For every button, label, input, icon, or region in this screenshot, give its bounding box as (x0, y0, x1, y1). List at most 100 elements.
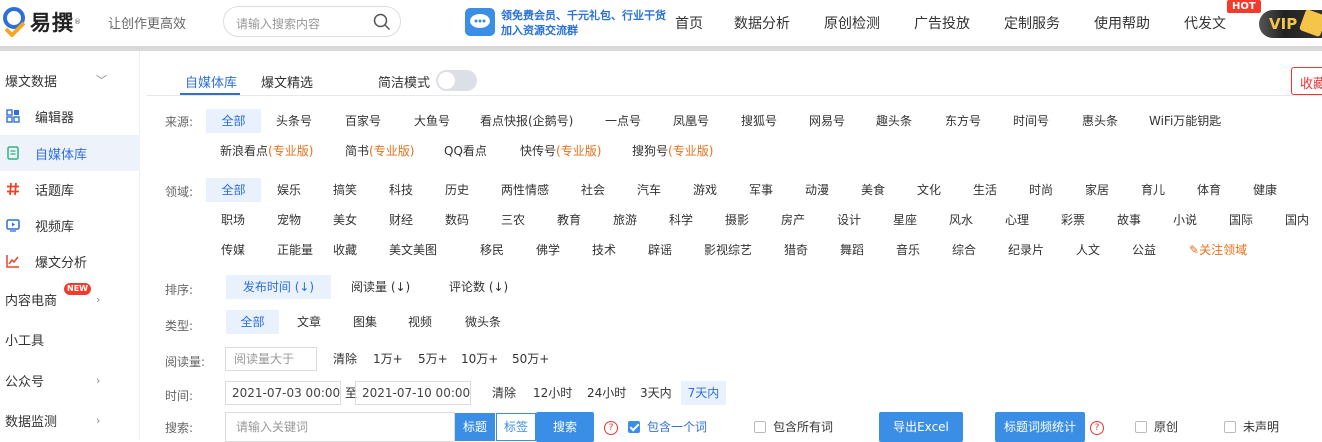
title-frequency-button[interactable]: 标题词频统计 (995, 412, 1085, 442)
source-chip[interactable]: 简书(专业版) (345, 139, 414, 163)
time-clear[interactable]: 清除 (492, 381, 516, 405)
field-chip[interactable]: 摄影 (725, 208, 749, 232)
field-chip[interactable]: 收藏 (333, 238, 357, 262)
promo-banner[interactable]: 领免费会员、千元礼包、行业干货 加入资源交流群 (465, 6, 675, 38)
sidebar-item-videos[interactable]: 视频库 (0, 207, 140, 243)
logo[interactable]: 易撰 ® (2, 6, 81, 38)
time-3d[interactable]: 3天内 (640, 381, 672, 405)
field-chip[interactable]: 全部 (206, 178, 261, 202)
field-chip[interactable]: 人文 (1076, 238, 1100, 262)
nav-publish[interactable]: 代发文 (1184, 13, 1226, 33)
field-chip[interactable]: 三农 (501, 208, 525, 232)
sidebar-item-topics[interactable]: 话题库 (0, 171, 140, 207)
source-chip[interactable]: 一点号 (605, 109, 641, 133)
source-chip[interactable]: 头条号 (276, 109, 312, 133)
reads-clear[interactable]: 清除 (333, 347, 357, 371)
source-chip[interactable]: 搜狐号 (741, 109, 777, 133)
field-chip[interactable]: 美女 (333, 208, 357, 232)
field-chip[interactable]: 正能量 (277, 238, 313, 262)
sidebar-item-ecommerce[interactable]: 内容电商 NEW › (0, 281, 140, 317)
field-chip[interactable]: 职场 (221, 208, 245, 232)
search-button[interactable]: 搜索 (536, 412, 594, 442)
field-chip[interactable]: 音乐 (896, 238, 920, 262)
source-chip[interactable]: 看点快报(企鹅号) (480, 109, 573, 133)
contains-one-label[interactable]: 包含一个词 (647, 415, 707, 439)
field-chip[interactable]: 国际 (1229, 208, 1253, 232)
field-chip[interactable]: 美食 (861, 178, 885, 202)
field-chip[interactable]: 影视综艺 (704, 238, 752, 262)
source-chip[interactable]: QQ看点 (444, 139, 487, 163)
collect-button[interactable]: 收藏 (1291, 67, 1322, 95)
source-chip[interactable]: 全部 (206, 109, 261, 133)
source-chip[interactable]: 新浪看点(专业版) (220, 139, 313, 163)
field-chip[interactable]: 文化 (917, 178, 941, 202)
source-chip[interactable]: 百家号 (345, 109, 381, 133)
field-chip[interactable]: 彩票 (1061, 208, 1085, 232)
field-chip[interactable]: 风水 (949, 208, 973, 232)
field-chip[interactable]: 技术 (592, 238, 616, 262)
sidebar-item-analysis[interactable]: 爆文分析 (0, 243, 140, 279)
field-chip[interactable]: 国内 (1285, 208, 1309, 232)
nav-home[interactable]: 首页 (675, 13, 703, 33)
field-chip[interactable]: 游戏 (693, 178, 717, 202)
nav-original-check[interactable]: 原创检测 (824, 13, 880, 33)
export-excel-button[interactable]: 导出Excel (879, 412, 963, 442)
contains-all-label[interactable]: 包含所有词 (773, 415, 833, 439)
undeclared-label[interactable]: 未声明 (1243, 415, 1279, 439)
search-by-tag-toggle[interactable]: 标签 (496, 413, 536, 441)
field-chip[interactable]: 汽车 (637, 178, 661, 202)
source-chip[interactable]: 大鱼号 (414, 109, 450, 133)
sort-reads[interactable]: 阅读量 (↓) (351, 275, 410, 299)
sidebar-item-media-library[interactable]: 自媒体库 (0, 135, 140, 171)
field-chip[interactable]: 移民 (480, 238, 504, 262)
field-chip[interactable]: 搞笑 (333, 178, 357, 202)
field-chip[interactable]: 社会 (581, 178, 605, 202)
time-7d[interactable]: 7天内 (681, 381, 726, 405)
field-chip[interactable]: 科学 (669, 208, 693, 232)
field-chip[interactable]: 传媒 (221, 238, 245, 262)
field-chip[interactable]: 美文美图 (389, 238, 437, 262)
field-chip[interactable]: 纪录片 (1008, 238, 1044, 262)
field-chip[interactable]: 两性情感 (501, 178, 549, 202)
undeclared-checkbox[interactable] (1224, 421, 1236, 433)
field-chip[interactable]: 房产 (781, 208, 805, 232)
field-chip[interactable]: 宠物 (277, 208, 301, 232)
field-chip[interactable]: 心理 (1005, 208, 1029, 232)
start-date-input[interactable]: 2021-07-03 00:00 (225, 381, 341, 405)
sidebar-item-monitoring[interactable]: 数据监测 › (0, 402, 140, 438)
source-chip[interactable]: 东方号 (945, 109, 981, 133)
search-icon[interactable] (373, 13, 391, 31)
source-chip[interactable]: 搜狗号(专业版) (632, 139, 713, 163)
search-input[interactable]: 请输入搜索内容 (223, 6, 401, 37)
simple-mode-toggle[interactable] (436, 70, 477, 91)
field-chip[interactable]: 科技 (389, 178, 413, 202)
type-video[interactable]: 视频 (408, 310, 432, 334)
field-chip[interactable]: 设计 (837, 208, 861, 232)
contains-one-checkbox[interactable] (628, 421, 640, 433)
vip-button[interactable]: VIP (1259, 8, 1322, 38)
type-micro[interactable]: 微头条 (465, 310, 501, 334)
nav-help[interactable]: 使用帮助 (1094, 13, 1150, 33)
nav-custom-service[interactable]: 定制服务 (1004, 13, 1060, 33)
source-chip[interactable]: WiFi万能钥匙 (1149, 109, 1221, 133)
tab-hot-picks[interactable]: 爆文精选 (261, 72, 313, 91)
type-all[interactable]: 全部 (226, 310, 279, 334)
field-chip[interactable]: 数码 (445, 208, 469, 232)
nav-ads[interactable]: 广告投放 (914, 13, 970, 33)
field-chip[interactable]: 财经 (389, 208, 413, 232)
source-chip[interactable]: 凤凰号 (673, 109, 709, 133)
sidebar-item-official-account[interactable]: 公众号 › (0, 362, 140, 398)
field-chip[interactable]: 健康 (1253, 178, 1277, 202)
field-chip[interactable]: 佛学 (536, 238, 560, 262)
search-by-title-toggle[interactable]: 标题 (455, 413, 495, 441)
sidebar-item-editor[interactable]: 编辑器 (0, 98, 140, 134)
field-chip[interactable]: 综合 (952, 238, 976, 262)
original-label[interactable]: 原创 (1154, 415, 1178, 439)
field-chip[interactable]: 家居 (1085, 178, 1109, 202)
field-chip[interactable]: 舞蹈 (840, 238, 864, 262)
sort-publish-time[interactable]: 发布时间 (↓) (226, 275, 331, 299)
source-chip[interactable]: 快传号(专业版) (520, 139, 601, 163)
help-icon[interactable]: ? (604, 421, 618, 435)
field-chip[interactable]: 体育 (1197, 178, 1221, 202)
help-icon[interactable]: ? (1090, 421, 1104, 435)
